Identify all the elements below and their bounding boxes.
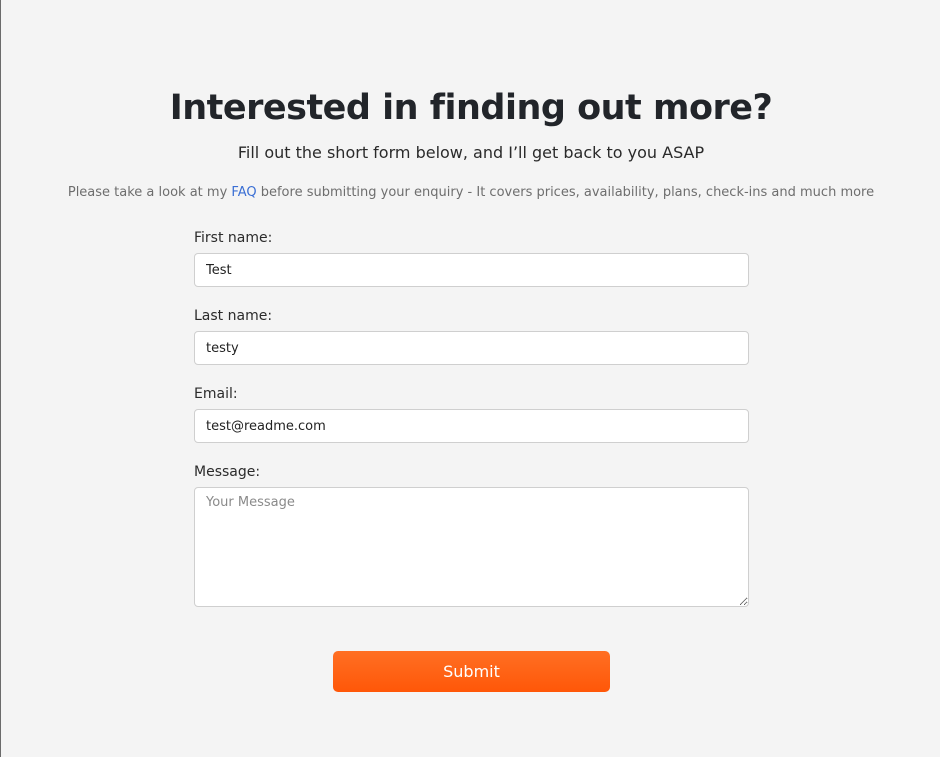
message-textarea[interactable]: [194, 487, 749, 607]
email-input[interactable]: [194, 409, 749, 443]
page-title: Interested in finding out more?: [169, 88, 773, 128]
faq-notice-text-after: before submitting your enquiry - It cove…: [256, 185, 875, 200]
first-name-label: First name:: [194, 230, 273, 246]
last-name-label: Last name:: [194, 308, 273, 324]
enquiry-form: First name: Last name: Email: Message:: [194, 228, 749, 607]
page-subtitle: Fill out the short form below, and I’ll …: [237, 143, 705, 162]
message-label: Message:: [194, 464, 261, 480]
submit-button[interactable]: Submit: [333, 651, 610, 692]
last-name-input[interactable]: [194, 331, 749, 365]
faq-notice-text-before: Please take a look at my: [67, 185, 232, 200]
email-label: Email:: [194, 386, 238, 402]
first-name-input[interactable]: [194, 253, 749, 287]
faq-notice: Please take a look at my FAQ before subm…: [0, 183, 940, 203]
faq-link[interactable]: FAQ: [231, 185, 256, 200]
